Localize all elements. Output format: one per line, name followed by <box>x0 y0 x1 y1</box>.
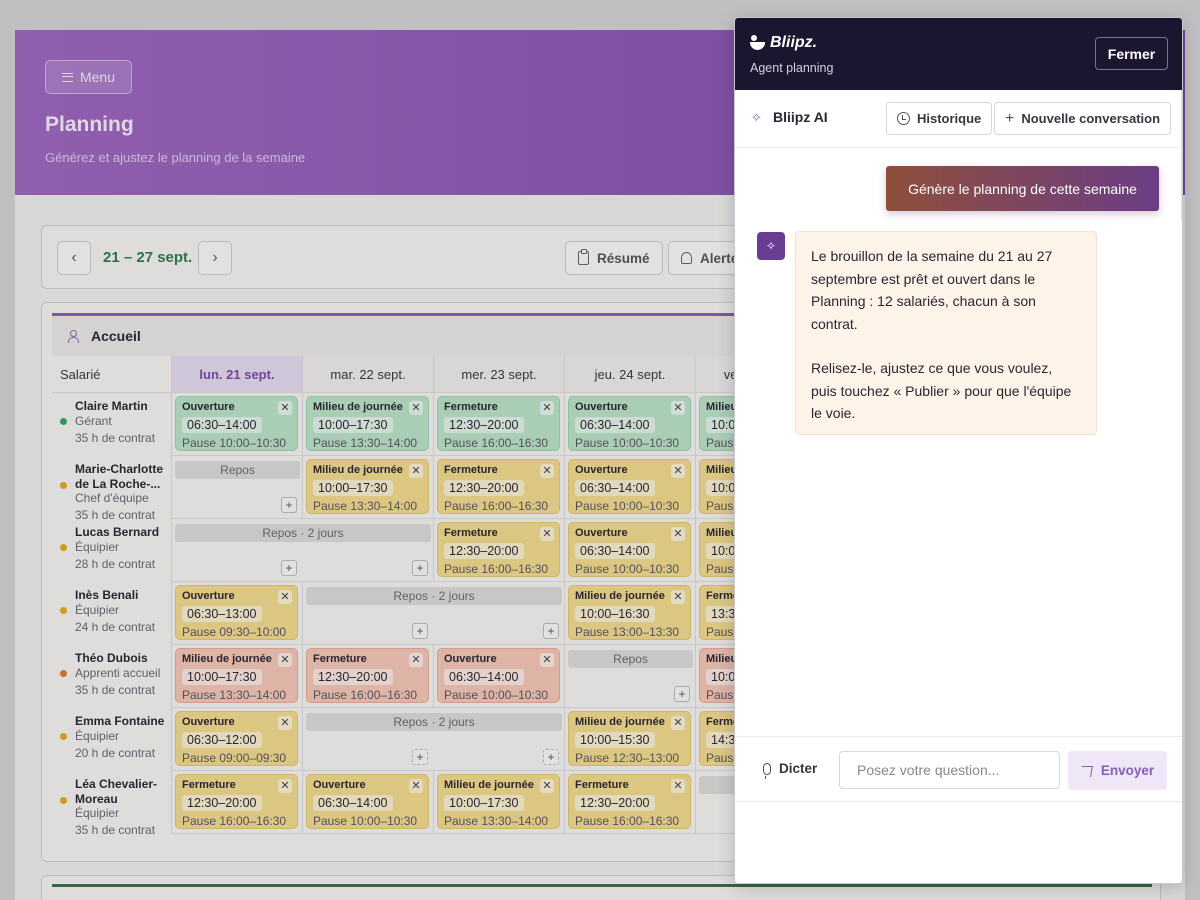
plus-icon: + <box>1005 109 1015 127</box>
new-conversation-label: Nouvelle conversation <box>1021 111 1161 126</box>
new-conversation-button[interactable]: + Nouvelle conversation <box>994 102 1172 135</box>
assistant-title: ✧ Bliipz AI <box>751 109 828 125</box>
microphone-icon <box>763 762 771 779</box>
chat-composer: Dicter Envoyer <box>735 736 1182 802</box>
dictate-button[interactable]: Dicter <box>763 761 818 779</box>
clock-icon <box>897 112 910 125</box>
chat-header: Bliipz. Agent planning Fermer <box>735 18 1182 90</box>
assistant-message-paragraph: Relisez-le, ajustez ce que vous voulez, … <box>811 360 1072 421</box>
dictate-button-label: Dicter <box>779 761 818 776</box>
brand-logo: Bliipz. <box>750 34 817 52</box>
sparkle-icon: ✧ <box>765 239 777 253</box>
brand-logo-icon <box>750 35 766 51</box>
chat-subheader: ✧ Bliipz AI Historique + Nouvelle conver… <box>735 90 1182 148</box>
sparkle-icon: ✧ <box>751 109 762 125</box>
scrollbar[interactable] <box>1181 90 1182 220</box>
question-input[interactable] <box>839 751 1060 789</box>
history-button[interactable]: Historique <box>886 102 993 135</box>
assistant-message-paragraph: Le brouillon de la semaine du 21 au 27 s… <box>811 248 1053 332</box>
send-button[interactable]: Envoyer <box>1068 751 1167 790</box>
send-button-label: Envoyer <box>1100 763 1155 778</box>
assistant-message-bubble: Le brouillon de la semaine du 21 au 27 s… <box>795 231 1097 435</box>
assistant-name: Bliipz AI <box>773 109 828 125</box>
history-button-label: Historique <box>917 111 982 126</box>
send-icon <box>1081 765 1093 777</box>
user-message-bubble: Génère le planning de cette semaine <box>886 166 1159 211</box>
brand-name: Bliipz. <box>770 34 818 51</box>
assistant-avatar: ✧ <box>757 232 785 260</box>
ai-chat-panel: Bliipz. Agent planning Fermer ✧ Bliipz A… <box>734 17 1183 884</box>
agent-label: Agent planning <box>750 61 834 75</box>
close-button[interactable]: Fermer <box>1095 37 1168 70</box>
